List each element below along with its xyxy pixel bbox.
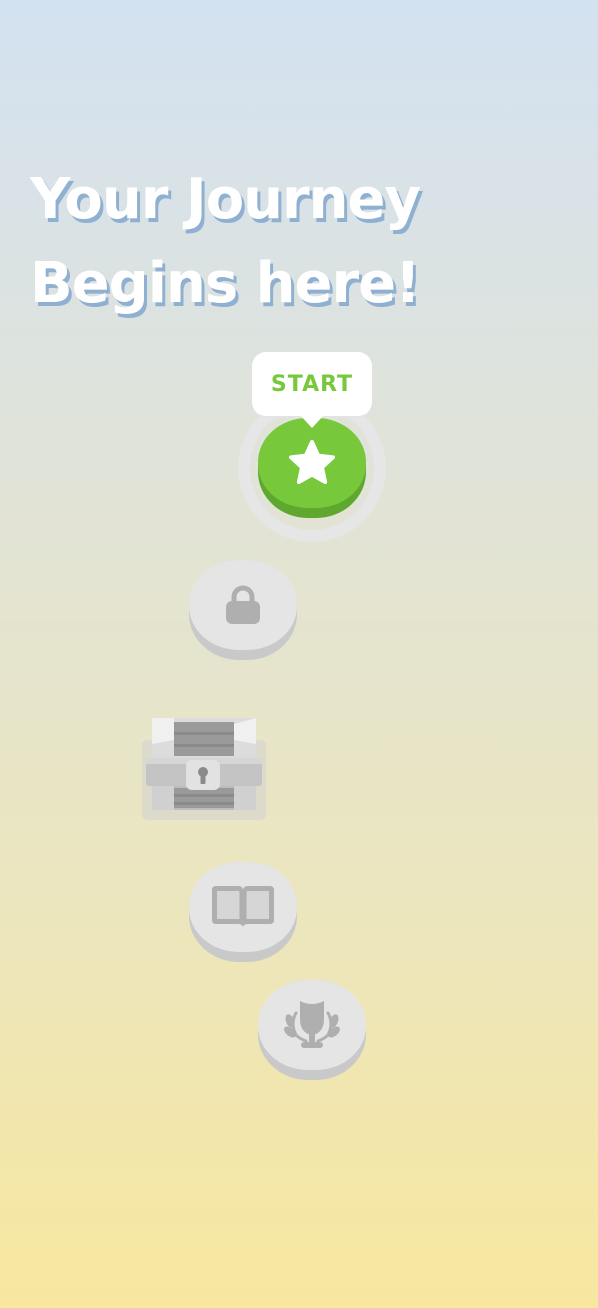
locked-lesson-button-face[interactable] xyxy=(189,560,297,650)
headline-line-2: Begins here! xyxy=(30,251,421,316)
page-headline: Your Journey Begins here! xyxy=(30,158,590,326)
treasure-chest[interactable] xyxy=(142,714,268,820)
locked-lesson-button[interactable] xyxy=(189,560,297,660)
start-lesson-button[interactable] xyxy=(258,418,366,518)
headline-line-1: Your Journey xyxy=(30,167,421,232)
book-icon xyxy=(212,886,274,928)
star-icon xyxy=(289,440,335,484)
reading-lesson-button-face[interactable] xyxy=(189,862,297,952)
start-tooltip-label: START xyxy=(270,371,354,397)
treasure-chest-icon xyxy=(142,718,266,820)
unit-review-trophy-button-face[interactable] xyxy=(258,980,366,1070)
trophy-icon xyxy=(284,1001,340,1048)
unit-review-trophy-button[interactable] xyxy=(258,980,366,1080)
start-tooltip: START xyxy=(252,352,372,428)
start-lesson-button-face[interactable] xyxy=(258,418,366,508)
lock-icon xyxy=(226,585,260,624)
reading-lesson-button[interactable] xyxy=(189,862,297,962)
